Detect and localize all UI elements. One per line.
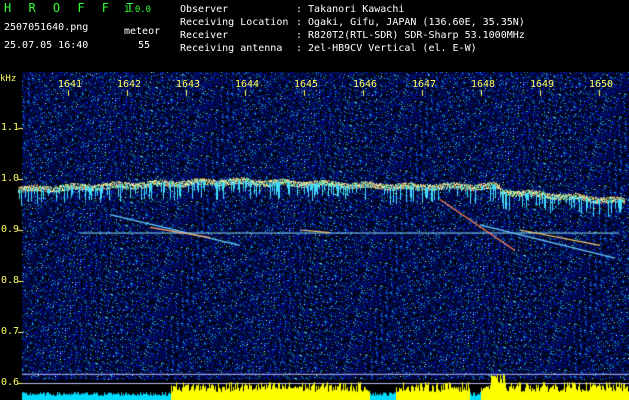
time-tick-label: 1647 — [412, 79, 437, 90]
time-tick-label: 1648 — [471, 79, 496, 90]
freq-unit-label: kHz — [0, 74, 17, 84]
app-version: 1.0.0 — [124, 5, 152, 15]
time-tick-label: 1641 — [58, 79, 83, 90]
location-label: Receiving Location — [180, 17, 289, 28]
receiver-label: Receiver — [180, 30, 229, 41]
time-tick-label: 1642 — [117, 79, 142, 90]
freq-tick-label: 1.1 — [1, 122, 20, 133]
spectrogram-canvas — [0, 72, 629, 400]
time-tick-label: 1650 — [589, 79, 614, 90]
time-tick-label: 1644 — [235, 79, 260, 90]
datetime-label: 25.07.05 16:40 — [4, 40, 89, 51]
time-tick-label: 1645 — [294, 79, 319, 90]
freq-tick-label: 0.9 — [1, 224, 20, 235]
time-tick-label: 1646 — [353, 79, 378, 90]
freq-tick-label: 0.8 — [1, 275, 20, 286]
app-title: H R O F F T — [4, 1, 139, 15]
time-tick-label: 1643 — [176, 79, 201, 90]
freq-tick-label: 0.7 — [1, 326, 20, 337]
freq-tick-label: 1.0 — [1, 173, 20, 184]
counter-label: meteor — [124, 26, 161, 37]
filename-label: 2507051640.png — [4, 22, 89, 33]
time-tick-label: 1649 — [530, 79, 555, 90]
antenna-label: Receiving antenna — [180, 43, 283, 54]
counter-value: 55 — [138, 40, 151, 51]
freq-tick-label: 0.6 — [1, 377, 20, 388]
header-panel: H R O F F T 1.0.0 2507051640.png 25.07.0… — [0, 0, 629, 72]
receiver-value: : R820T2(RTL-SDR) SDR-Sharp 53.1000MHz — [296, 30, 525, 41]
observer-value: : Takanori Kawachi — [296, 4, 405, 15]
antenna-value: : 2el-HB9CV Vertical (el. E-W) — [296, 43, 477, 54]
location-value: : Ogaki, Gifu, JAPAN (136.60E, 35.35N) — [296, 17, 525, 28]
observer-label: Observer — [180, 4, 229, 15]
